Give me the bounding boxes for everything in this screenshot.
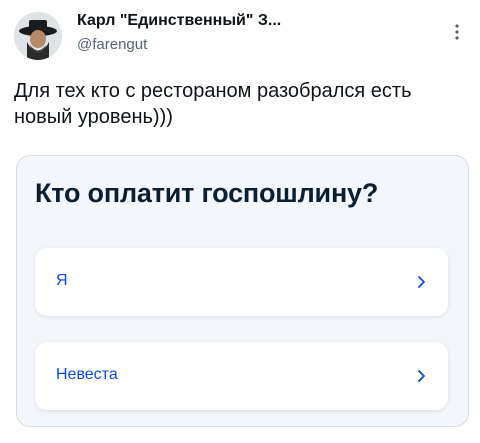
author-display-name[interactable]: Карл "Единственный" З... [77, 10, 437, 32]
option-label: Невеста [56, 366, 118, 383]
author-handle[interactable]: @farengut [77, 34, 437, 56]
chevron-right-icon [417, 275, 426, 289]
avatar[interactable] [14, 12, 62, 60]
question-heading: Кто оплатит госпошлину? [35, 178, 379, 208]
option-bride-button[interactable]: Невеста [35, 342, 448, 410]
avatar-image [14, 12, 62, 60]
tweet-media-screenshot[interactable]: Кто оплатит госпошлину? Я Невеста [16, 155, 469, 427]
chevron-right-icon [417, 369, 426, 383]
tweet: Карл "Единственный" З... @farengut Для т… [0, 0, 480, 443]
option-me-button[interactable]: Я [35, 248, 448, 316]
more-vertical-icon[interactable] [452, 22, 462, 42]
author-info: Карл "Единственный" З... @farengut [77, 10, 437, 56]
option-label: Я [56, 272, 68, 289]
tweet-text: Для тех кто с рестораном разобрался есть… [14, 80, 412, 128]
